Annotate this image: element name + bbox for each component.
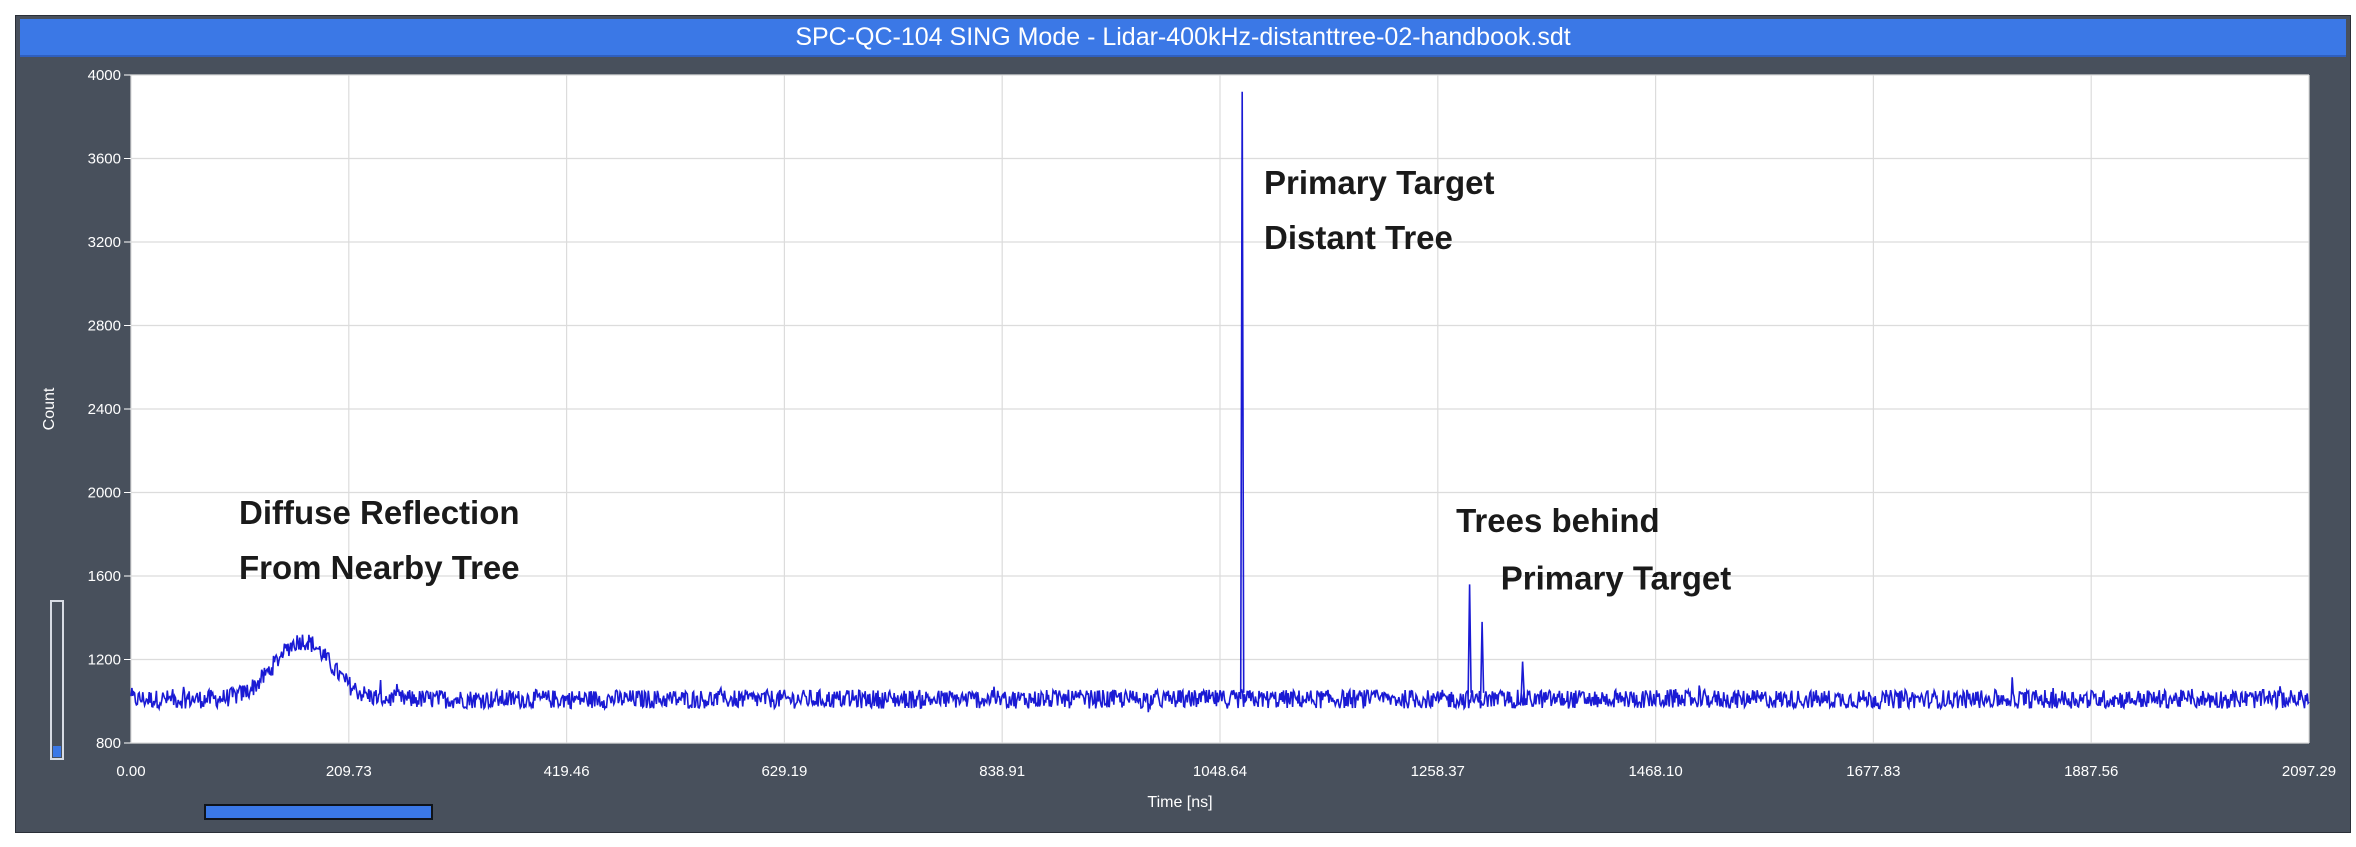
x-tick-label: 1258.37 xyxy=(1411,763,1465,780)
y-axis-label: Count xyxy=(41,387,58,430)
x-tick-label: 1048.64 xyxy=(1193,763,1247,780)
y-axis-ticks: 800 1200 1600 2000 2400 2800 3200 3600 4000 xyxy=(88,67,131,752)
x-tick-label: 1677.83 xyxy=(1846,763,1900,780)
x-tick-label: 1468.10 xyxy=(1628,763,1682,780)
y-tick-label: 1200 xyxy=(88,652,121,669)
vertical-scrollbar-thumb[interactable] xyxy=(53,746,61,757)
y-tick-label: 1600 xyxy=(88,568,121,585)
vertical-scrollbar[interactable] xyxy=(50,600,64,760)
annotation-text: Primary Target xyxy=(1264,164,1494,201)
x-tick-label: 0.00 xyxy=(116,763,145,780)
x-tick-label: 209.73 xyxy=(326,763,372,780)
annotation-text: From Nearby Tree xyxy=(239,549,520,586)
y-tick-label: 4000 xyxy=(88,67,121,84)
annotation-text: Primary Target xyxy=(1501,560,1731,597)
y-tick-label: 3200 xyxy=(88,234,121,251)
x-tick-label: 629.19 xyxy=(761,763,807,780)
annotation-text: Distant Tree xyxy=(1264,219,1453,256)
x-tick-label: 1887.56 xyxy=(2064,763,2118,780)
y-tick-label: 3600 xyxy=(88,151,121,168)
x-axis-ticks: 0.00 209.73 419.46 629.19 838.91 1048.64 1258.… xyxy=(116,763,2336,780)
y-tick-label: 2400 xyxy=(88,401,121,418)
histogram-chart: 800 1200 1600 2000 2400 2800 3200 3600 4000 0.00… xyxy=(41,67,2336,820)
x-tick-label: 2097.29 xyxy=(2282,763,2336,780)
y-tick-label: 800 xyxy=(96,735,121,752)
y-tick-label: 2800 xyxy=(88,318,121,335)
annotation-text: Trees behind xyxy=(1456,502,1660,539)
horizontal-scrollbar-thumb[interactable] xyxy=(204,804,433,820)
x-tick-label: 838.91 xyxy=(979,763,1025,780)
x-axis-label: Time [ns] xyxy=(1147,794,1212,811)
y-tick-label: 2000 xyxy=(88,485,121,502)
x-tick-label: 419.46 xyxy=(544,763,590,780)
annotation-text: Diffuse Reflection xyxy=(239,494,520,531)
